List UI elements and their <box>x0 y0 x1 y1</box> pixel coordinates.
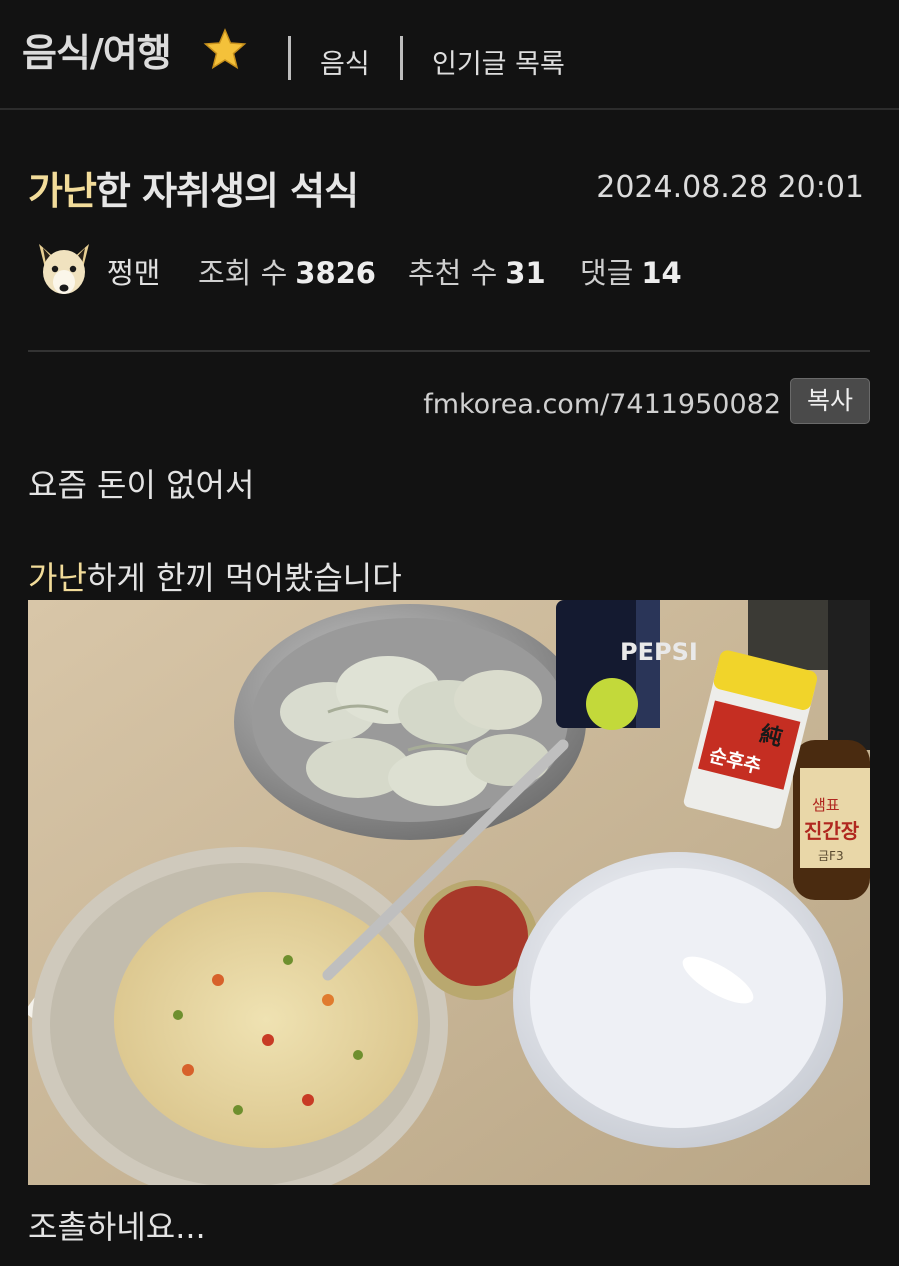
recommend-count: 추천 수 31 <box>408 250 546 292</box>
body-line-2: 가난하게 한끼 먹어봤습니다 <box>28 553 402 599</box>
post-photo[interactable]: PEPSI 샘표 진간장 금F3 純 순후추 <box>28 600 870 1185</box>
post-date: 2024.08.28 20:01 <box>596 170 864 205</box>
comment-count-label: 댓글 <box>580 256 634 290</box>
view-count-label: 조회 수 <box>198 256 288 290</box>
nav-link-food[interactable]: 음식 <box>320 42 370 81</box>
comment-count-value: 14 <box>641 256 682 290</box>
top-bar: 음식/여행 음식 인기글 목록 <box>0 0 899 110</box>
post-url[interactable]: fmkorea.com/7411950082 <box>423 389 781 420</box>
recommend-count-label: 추천 수 <box>408 256 498 290</box>
author-name[interactable]: 쩡맨 <box>107 250 160 292</box>
body-line-2-rest: 하게 한끼 먹어봤습니다 <box>86 559 402 597</box>
view-count-value: 3826 <box>295 256 376 290</box>
view-count: 조회 수 3826 <box>198 250 376 292</box>
soy-brand-text: 샘표 <box>812 796 840 814</box>
post-title-rest: 한 자취생의 석식 <box>95 169 359 213</box>
copy-button[interactable]: 복사 <box>790 378 870 424</box>
board-title[interactable]: 음식/여행 <box>22 22 172 77</box>
soy-sub-text: 금F3 <box>818 849 844 863</box>
white-bowl <box>513 852 843 1148</box>
soy-name-text: 진간장 <box>804 819 860 843</box>
avatar[interactable] <box>33 238 95 300</box>
body-line-1: 요즘 돈이 없어서 <box>28 466 255 504</box>
comment-count[interactable]: 댓글 14 <box>580 250 682 292</box>
header-divider <box>28 350 870 352</box>
nav-divider <box>400 36 403 80</box>
post-title: 가난한 자취생의 석식 <box>28 160 359 215</box>
nav-link-popular-list[interactable]: 인기글 목록 <box>432 42 565 81</box>
can-brand-text: PEPSI <box>620 638 698 666</box>
recommend-count-value: 31 <box>505 256 546 290</box>
photo-caption: 조촐하네요... <box>28 1208 206 1246</box>
star-icon <box>203 28 247 70</box>
nav-divider <box>288 36 291 80</box>
post-title-highlight: 가난 <box>28 169 97 213</box>
body-line-2-highlight: 가난 <box>28 559 87 597</box>
dumpling-bowl <box>234 604 586 840</box>
